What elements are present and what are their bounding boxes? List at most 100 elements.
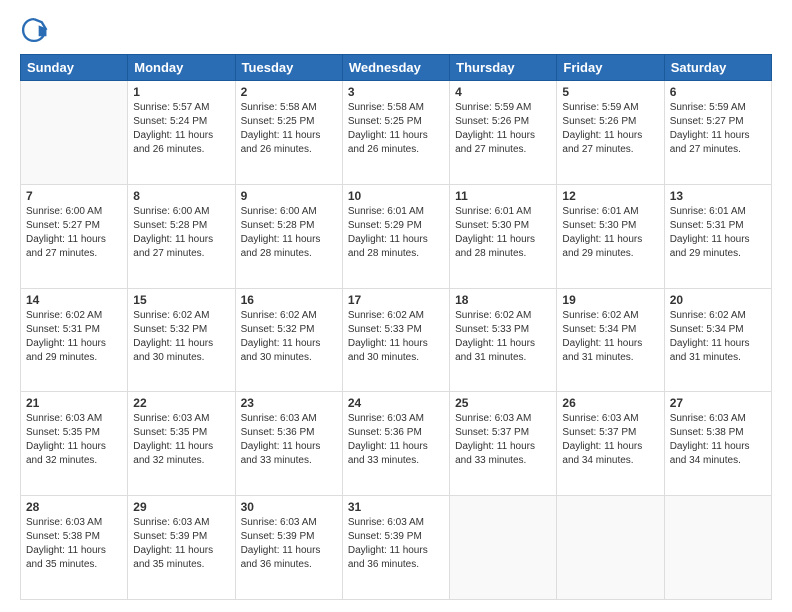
sunrise-text: Sunrise: 6:02 AM (670, 310, 746, 321)
calendar-cell: 3 Sunrise: 5:58 AM Sunset: 5:25 PM Dayli… (342, 81, 449, 185)
day-number: 27 (670, 396, 766, 410)
logo-icon (20, 16, 48, 44)
calendar-cell (21, 81, 128, 185)
day-number: 23 (241, 396, 337, 410)
day-number: 2 (241, 85, 337, 99)
day-number: 16 (241, 293, 337, 307)
sunset-text: Sunset: 5:38 PM (670, 427, 744, 438)
sunset-text: Sunset: 5:33 PM (455, 324, 529, 335)
sunset-text: Sunset: 5:34 PM (562, 324, 636, 335)
sunrise-text: Sunrise: 6:03 AM (670, 413, 746, 424)
sunrise-text: Sunrise: 6:02 AM (562, 310, 638, 321)
cell-info: Sunrise: 6:03 AM Sunset: 5:39 PM Dayligh… (133, 516, 229, 572)
day-number: 29 (133, 500, 229, 514)
daylight-text: Daylight: 11 hours and 28 minutes. (348, 234, 428, 259)
day-number: 17 (348, 293, 444, 307)
day-number: 21 (26, 396, 122, 410)
cell-info: Sunrise: 6:03 AM Sunset: 5:38 PM Dayligh… (26, 516, 122, 572)
daylight-text: Daylight: 11 hours and 29 minutes. (670, 234, 750, 259)
cell-info: Sunrise: 6:03 AM Sunset: 5:36 PM Dayligh… (241, 412, 337, 468)
calendar-cell: 5 Sunrise: 5:59 AM Sunset: 5:26 PM Dayli… (557, 81, 664, 185)
day-number: 24 (348, 396, 444, 410)
week-row-5: 28 Sunrise: 6:03 AM Sunset: 5:38 PM Dayl… (21, 496, 772, 600)
page: SundayMondayTuesdayWednesdayThursdayFrid… (0, 0, 792, 612)
cell-info: Sunrise: 6:00 AM Sunset: 5:27 PM Dayligh… (26, 205, 122, 261)
col-header-friday: Friday (557, 55, 664, 81)
daylight-text: Daylight: 11 hours and 27 minutes. (133, 234, 213, 259)
calendar-cell: 26 Sunrise: 6:03 AM Sunset: 5:37 PM Dayl… (557, 392, 664, 496)
day-number: 10 (348, 189, 444, 203)
calendar-header-row: SundayMondayTuesdayWednesdayThursdayFrid… (21, 55, 772, 81)
sunrise-text: Sunrise: 5:58 AM (348, 102, 424, 113)
calendar-cell: 9 Sunrise: 6:00 AM Sunset: 5:28 PM Dayli… (235, 184, 342, 288)
cell-info: Sunrise: 6:02 AM Sunset: 5:34 PM Dayligh… (670, 309, 766, 365)
sunset-text: Sunset: 5:37 PM (455, 427, 529, 438)
sunset-text: Sunset: 5:36 PM (348, 427, 422, 438)
calendar-cell: 27 Sunrise: 6:03 AM Sunset: 5:38 PM Dayl… (664, 392, 771, 496)
day-number: 19 (562, 293, 658, 307)
cell-info: Sunrise: 5:59 AM Sunset: 5:27 PM Dayligh… (670, 101, 766, 157)
sunset-text: Sunset: 5:32 PM (241, 324, 315, 335)
sunset-text: Sunset: 5:28 PM (241, 220, 315, 231)
daylight-text: Daylight: 11 hours and 27 minutes. (455, 130, 535, 155)
sunrise-text: Sunrise: 6:02 AM (241, 310, 317, 321)
sunrise-text: Sunrise: 6:01 AM (670, 206, 746, 217)
cell-info: Sunrise: 6:02 AM Sunset: 5:32 PM Dayligh… (133, 309, 229, 365)
sunset-text: Sunset: 5:39 PM (348, 531, 422, 542)
day-number: 20 (670, 293, 766, 307)
cell-info: Sunrise: 5:59 AM Sunset: 5:26 PM Dayligh… (455, 101, 551, 157)
col-header-tuesday: Tuesday (235, 55, 342, 81)
day-number: 3 (348, 85, 444, 99)
header (20, 16, 772, 44)
sunrise-text: Sunrise: 6:03 AM (26, 413, 102, 424)
cell-info: Sunrise: 6:03 AM Sunset: 5:35 PM Dayligh… (133, 412, 229, 468)
daylight-text: Daylight: 11 hours and 28 minutes. (241, 234, 321, 259)
col-header-wednesday: Wednesday (342, 55, 449, 81)
calendar-cell: 4 Sunrise: 5:59 AM Sunset: 5:26 PM Dayli… (450, 81, 557, 185)
sunrise-text: Sunrise: 6:00 AM (133, 206, 209, 217)
daylight-text: Daylight: 11 hours and 32 minutes. (133, 441, 213, 466)
sunrise-text: Sunrise: 6:02 AM (455, 310, 531, 321)
logo (20, 16, 52, 44)
calendar-cell: 12 Sunrise: 6:01 AM Sunset: 5:30 PM Dayl… (557, 184, 664, 288)
sunrise-text: Sunrise: 6:00 AM (241, 206, 317, 217)
day-number: 13 (670, 189, 766, 203)
cell-info: Sunrise: 6:00 AM Sunset: 5:28 PM Dayligh… (241, 205, 337, 261)
sunset-text: Sunset: 5:27 PM (670, 116, 744, 127)
cell-info: Sunrise: 6:03 AM Sunset: 5:36 PM Dayligh… (348, 412, 444, 468)
sunrise-text: Sunrise: 6:03 AM (133, 517, 209, 528)
day-number: 25 (455, 396, 551, 410)
calendar-cell (450, 496, 557, 600)
week-row-1: 1 Sunrise: 5:57 AM Sunset: 5:24 PM Dayli… (21, 81, 772, 185)
daylight-text: Daylight: 11 hours and 36 minutes. (348, 545, 428, 570)
calendar-table: SundayMondayTuesdayWednesdayThursdayFrid… (20, 54, 772, 600)
day-number: 15 (133, 293, 229, 307)
day-number: 22 (133, 396, 229, 410)
col-header-saturday: Saturday (664, 55, 771, 81)
cell-info: Sunrise: 6:01 AM Sunset: 5:31 PM Dayligh… (670, 205, 766, 261)
daylight-text: Daylight: 11 hours and 27 minutes. (562, 130, 642, 155)
cell-info: Sunrise: 6:03 AM Sunset: 5:39 PM Dayligh… (241, 516, 337, 572)
sunset-text: Sunset: 5:34 PM (670, 324, 744, 335)
cell-info: Sunrise: 6:02 AM Sunset: 5:33 PM Dayligh… (348, 309, 444, 365)
sunrise-text: Sunrise: 6:03 AM (133, 413, 209, 424)
sunrise-text: Sunrise: 6:02 AM (133, 310, 209, 321)
cell-info: Sunrise: 5:59 AM Sunset: 5:26 PM Dayligh… (562, 101, 658, 157)
sunrise-text: Sunrise: 5:59 AM (562, 102, 638, 113)
sunrise-text: Sunrise: 6:00 AM (26, 206, 102, 217)
sunset-text: Sunset: 5:30 PM (455, 220, 529, 231)
cell-info: Sunrise: 5:57 AM Sunset: 5:24 PM Dayligh… (133, 101, 229, 157)
daylight-text: Daylight: 11 hours and 28 minutes. (455, 234, 535, 259)
day-number: 7 (26, 189, 122, 203)
daylight-text: Daylight: 11 hours and 35 minutes. (26, 545, 106, 570)
daylight-text: Daylight: 11 hours and 26 minutes. (241, 130, 321, 155)
calendar-cell (557, 496, 664, 600)
calendar-cell: 11 Sunrise: 6:01 AM Sunset: 5:30 PM Dayl… (450, 184, 557, 288)
sunset-text: Sunset: 5:37 PM (562, 427, 636, 438)
daylight-text: Daylight: 11 hours and 30 minutes. (241, 338, 321, 363)
calendar-cell: 16 Sunrise: 6:02 AM Sunset: 5:32 PM Dayl… (235, 288, 342, 392)
daylight-text: Daylight: 11 hours and 29 minutes. (26, 338, 106, 363)
sunrise-text: Sunrise: 6:02 AM (348, 310, 424, 321)
sunrise-text: Sunrise: 6:01 AM (455, 206, 531, 217)
calendar-cell: 23 Sunrise: 6:03 AM Sunset: 5:36 PM Dayl… (235, 392, 342, 496)
